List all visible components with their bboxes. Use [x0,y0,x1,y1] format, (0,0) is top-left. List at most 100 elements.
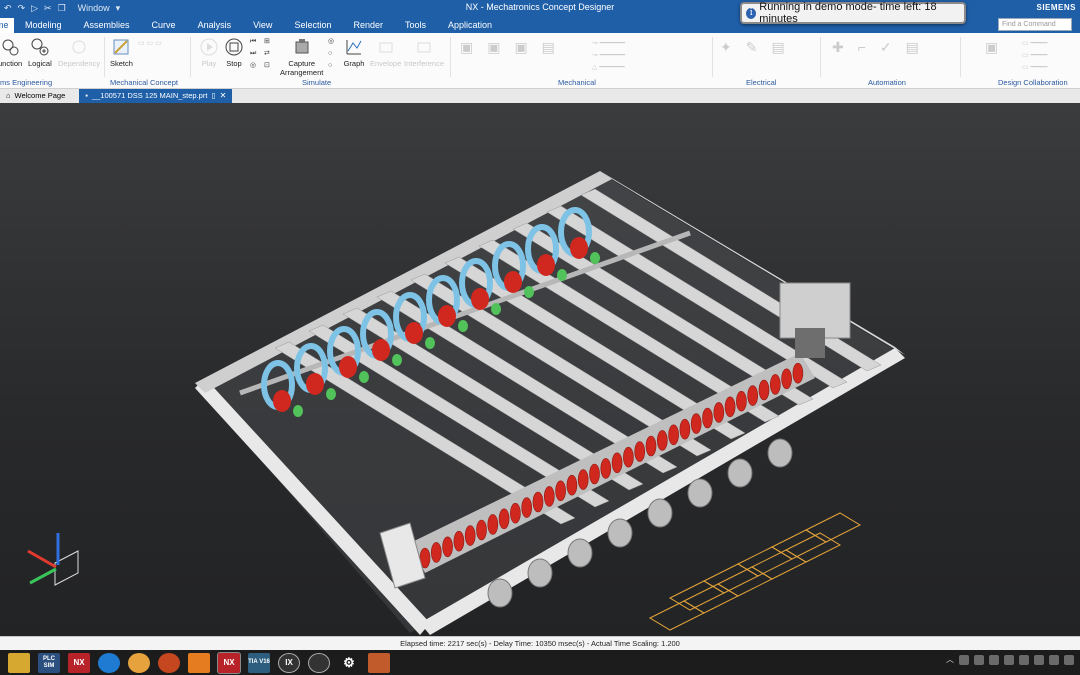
interference-button[interactable]: Interference [404,36,444,68]
group-simulate: Simulate [302,78,332,87]
window-menu[interactable]: Window [78,3,110,13]
guide-wheel [359,371,369,383]
screw-flight [769,374,781,395]
actuator-unit [767,438,793,468]
guide-wheel [326,388,336,400]
redo-icon[interactable]: ↷ [18,3,26,14]
electrical-tools[interactable]: ✦✎▤ [720,39,799,56]
tab-view[interactable]: View [242,18,283,33]
group-electrical: Electrical [746,78,777,87]
drive-roller [273,390,291,412]
tray-app-icon[interactable] [959,654,969,665]
sketch-button[interactable]: Sketch [110,36,133,68]
tab-part-file[interactable]: ▪ __100571 DSS 125 MAIN_step.prt ▯ ✕ [79,89,233,103]
speaker-icon[interactable] [1049,654,1059,665]
tab-render[interactable]: Render [342,18,394,33]
dropdown-icon[interactable]: ▾ [116,3,121,14]
clock-app-icon[interactable] [308,652,330,673]
tab-curve[interactable]: Curve [141,18,187,33]
screw-flight [792,362,804,384]
machine-model[interactable] [0,103,1080,636]
ix-icon[interactable]: IX [278,652,300,673]
tab-assemblies[interactable]: Assemblies [73,18,141,33]
screw-flight [566,474,578,496]
plcsim-icon[interactable]: PLC SIM [38,652,60,673]
capture-arrangement-button[interactable]: Capture Arrangement [280,36,323,77]
3d-viewport[interactable] [0,103,1080,636]
edge-icon[interactable] [98,652,120,673]
settings-icon[interactable]: ⚙ [338,653,360,673]
photos-icon[interactable] [368,652,390,673]
nx-icon[interactable]: NX [68,652,90,673]
actuator-unit [487,578,513,608]
tia-portal-icon[interactable]: TIA V16 [248,652,270,673]
tray-app-icon[interactable] [1019,654,1029,665]
tab-tools[interactable]: Tools [394,18,437,33]
simulate-small-tools: ◎ ○ ○ [328,38,335,69]
tab-welcome-page[interactable]: ⌂ Welcome Page [0,89,71,103]
interference-icon [413,36,435,58]
network-icon[interactable] [1034,654,1044,665]
file-explorer-icon[interactable] [8,652,30,673]
tab-home[interactable]: me [0,18,14,33]
tray-app-icon[interactable] [974,654,984,665]
chevron-up-icon[interactable]: ︿ [946,654,954,665]
screw-flight [464,525,476,546]
actuator-unit [687,478,713,508]
collaboration-sublist[interactable]: ▭ ━━━━ ▭ ━━━━ ▭ ━━━━ [1022,38,1047,74]
group-design-collaboration: Design Collaboration [998,78,1068,87]
mechanical-sublist[interactable]: ⊸ ━━━━━━ ⊸ ━━━━━━ △ ━━━━━━ [592,38,625,74]
nx-active-icon[interactable]: NX [217,651,241,674]
tab-selection[interactable]: Selection [283,18,342,33]
status-bar: Elapsed time: 2217 sec(s) - Delay Time: … [0,636,1080,650]
screw-flight [702,407,713,429]
automation-tools[interactable]: ✚⌐✓▤ [832,39,933,56]
part-icon: ▪ [85,91,88,100]
actuator-unit [567,538,593,568]
save-indicator-icon: ▯ [211,91,216,100]
stop-button[interactable]: Stop [223,36,245,68]
graph-button[interactable]: Graph [343,36,365,68]
actuator-unit [647,498,673,528]
group-systems-engineering: ms Engineering [0,78,53,87]
undo-icon[interactable]: ↶ [4,3,12,14]
y-axis-arrow [29,567,57,585]
screw-flight [442,536,453,558]
cut-icon[interactable]: ✂ [44,3,52,14]
group-mechanical: Mechanical [558,78,596,87]
screw-flight [453,530,465,552]
ribbon: unction Logical Dependency Sketch ▭ ▭ ▭ … [0,33,1080,89]
mechanical-tools[interactable]: ▣▣▣▤ [460,39,569,56]
screw-flight [600,458,612,479]
envelope-icon [375,36,397,58]
function-button[interactable]: unction [0,36,22,68]
tab-modeling[interactable]: Modeling [14,18,73,33]
play-button[interactable]: Play [198,36,220,68]
vlc-icon[interactable] [188,652,210,673]
tab-analysis[interactable]: Analysis [187,18,243,33]
screw-flight [690,413,702,434]
window-icon[interactable]: ❐ [58,3,66,14]
dependency-button[interactable]: Dependency [58,36,100,68]
collaboration-tools[interactable]: ▣ [985,39,998,56]
screw-flight [781,368,792,390]
envelope-button[interactable]: Envelope [370,36,401,68]
tray-app-icon[interactable] [1004,654,1014,665]
drive-roller [372,339,390,361]
tray-app-icon[interactable] [989,654,999,665]
screw-flight [476,519,487,541]
play-icon[interactable]: ▷ [31,3,38,14]
screw-flight [623,446,634,468]
close-icon[interactable]: ✕ [220,89,227,103]
screw-flight [487,514,499,535]
powerpoint-icon[interactable] [158,652,180,673]
clock-icon[interactable] [1064,654,1074,665]
logical-icon [29,36,51,58]
command-search-input[interactable]: Find a Command [998,18,1072,31]
tab-application[interactable]: Application [437,18,503,33]
logical-button[interactable]: Logical [28,36,52,68]
chrome-icon[interactable] [128,652,150,673]
drive-roller [405,322,423,344]
screw-flight [521,497,533,518]
screw-flight [747,385,759,406]
